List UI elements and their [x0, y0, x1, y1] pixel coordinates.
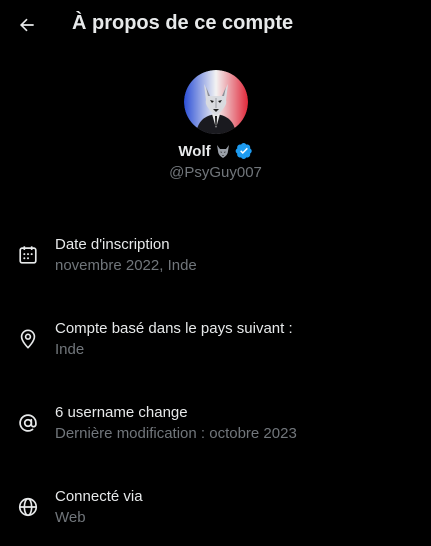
info-item-connected-via: Connecté via Web [0, 487, 431, 537]
info-subtitle: Web [55, 509, 86, 526]
location-pin-icon [20, 329, 36, 349]
info-subtitle: Inde [55, 341, 85, 358]
arrow-left-icon [19, 18, 34, 32]
info-title: Compte basé dans le pays suivant : [55, 320, 293, 337]
profile-summary: Wolf @PsyGuy007 [0, 70, 431, 181]
name-row: Wolf [0, 140, 431, 162]
back-button[interactable] [12, 10, 42, 40]
verified-badge-icon[interactable] [235, 142, 253, 160]
wolf-emoji-icon [216, 145, 229, 158]
avatar[interactable] [183, 70, 248, 134]
info-subtitle: Dernière modification : octobre 2023 [55, 425, 297, 442]
page-title: À propos de ce compte [72, 12, 294, 34]
info-item-country: Compte basé dans le pays suivant : Inde [0, 319, 431, 369]
calendar-icon [19, 246, 37, 264]
handle: @PsyGuy007 [169, 164, 262, 181]
info-subtitle: novembre 2022, Inde [55, 257, 197, 274]
at-sign-icon [19, 414, 37, 432]
info-title: 6 username change [55, 404, 188, 421]
top-bar: À propos de ce compte [0, 0, 431, 50]
info-title: Connecté via [55, 488, 143, 505]
display-name: Wolf [178, 142, 211, 160]
info-title: Date d'inscription [55, 236, 170, 253]
info-item-username-change: 6 username change Dernière modification … [0, 403, 431, 453]
info-item-join-date: Date d'inscription novembre 2022, Inde [0, 235, 431, 285]
globe-icon [18, 497, 38, 517]
